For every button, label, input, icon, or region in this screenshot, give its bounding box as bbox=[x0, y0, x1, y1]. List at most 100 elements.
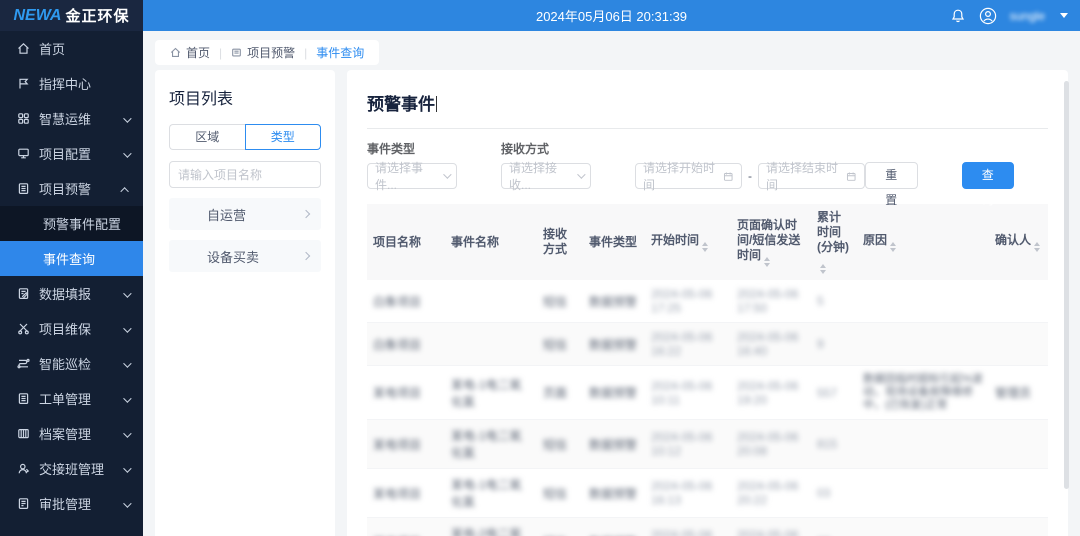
monitor-icon bbox=[17, 147, 30, 160]
tab-type[interactable]: 类型 bbox=[245, 124, 322, 150]
cell-project: 某电项目 bbox=[373, 487, 421, 501]
sidebar-item-smart-patrol[interactable]: 智能巡检 bbox=[0, 346, 143, 381]
user-avatar-icon[interactable] bbox=[979, 7, 997, 25]
chevron-down-icon bbox=[123, 391, 129, 406]
cell-event: 某电-2电二氧化氯 bbox=[451, 527, 522, 536]
cell-type: 数据预警 bbox=[589, 438, 637, 452]
cell-event: 某电-1电二氧化氯 bbox=[451, 378, 522, 409]
col-header-confirmer[interactable]: 确认人 bbox=[989, 204, 1048, 280]
sidebar-item-smart-ops[interactable]: 智慧运维 bbox=[0, 101, 143, 136]
sidebar-item-project-warning[interactable]: 项目预警 bbox=[0, 171, 143, 206]
sort-icon[interactable] bbox=[702, 242, 708, 252]
home-icon bbox=[170, 47, 181, 58]
receive-method-select-placeholder: 请选择接收... bbox=[509, 159, 577, 193]
sort-icon[interactable] bbox=[890, 242, 896, 252]
notification-bell-icon[interactable] bbox=[950, 8, 966, 24]
cell-project: 白象项目 bbox=[373, 338, 421, 352]
calendar-icon bbox=[846, 171, 857, 182]
table-row: 某电项目某电-1电二氧化氯短信数据预警2024-05-06 10:122024-… bbox=[367, 420, 1048, 469]
cell-start: 2024-05-06 10:11 bbox=[651, 379, 712, 407]
cell-method: 短信 bbox=[543, 438, 567, 452]
table-row: 白象项目短信数据预警2024-05-06 16:222024-05-06 16:… bbox=[367, 323, 1048, 366]
cell-type: 数据预警 bbox=[589, 338, 637, 352]
receive-method-select[interactable]: 请选择接收... bbox=[501, 163, 591, 189]
cell-project: 某电项目 bbox=[373, 438, 421, 452]
sidebar-nav: 首页 指挥中心 智慧运维 项目配置 项目预警 预警事件配置 事件查询 数据填报 … bbox=[0, 31, 143, 536]
sort-icon[interactable] bbox=[764, 257, 770, 267]
project-type-item-equipment-trade[interactable]: 设备买卖 bbox=[169, 240, 321, 272]
tab-region[interactable]: 区域 bbox=[169, 124, 245, 150]
chevron-down-icon bbox=[577, 170, 585, 178]
cell-method: 短信 bbox=[543, 338, 567, 352]
sidebar-item-label: 指挥中心 bbox=[39, 74, 91, 93]
col-header-type: 事件类型 bbox=[583, 204, 645, 280]
sidebar-item-command-center[interactable]: 指挥中心 bbox=[0, 66, 143, 101]
cell-confirm: 2024-05-06 19:20 bbox=[737, 379, 798, 407]
project-search-input[interactable]: 请输入项目名称 bbox=[169, 161, 321, 188]
cell-project: 某电项目 bbox=[373, 386, 421, 400]
col-header-minutes[interactable]: 累计时间 (分钟) bbox=[811, 204, 857, 280]
reset-button[interactable]: 重置 bbox=[865, 162, 918, 189]
sidebar-item-approval[interactable]: 审批管理 bbox=[0, 486, 143, 521]
sidebar-item-label: 项目维保 bbox=[39, 319, 91, 338]
cell-start: 2024-05-06 16:22 bbox=[651, 330, 712, 358]
sidebar-item-label: 数据填报 bbox=[39, 284, 91, 303]
date-range-separator: - bbox=[748, 169, 752, 183]
chevron-down-icon bbox=[443, 170, 451, 178]
chevron-down-icon bbox=[123, 286, 129, 301]
cell-method: 短信 bbox=[543, 487, 567, 501]
end-time-input[interactable]: 请选择结束时间 bbox=[758, 163, 865, 189]
project-type-item-self-operated[interactable]: 自运营 bbox=[169, 198, 321, 230]
sidebar-item-work-order[interactable]: 工单管理 bbox=[0, 381, 143, 416]
document-icon bbox=[17, 182, 30, 195]
sidebar-item-label: 智能巡检 bbox=[39, 354, 91, 373]
username-text[interactable]: sungle bbox=[1010, 9, 1045, 23]
sidebar-item-label: 审批管理 bbox=[39, 494, 91, 513]
table-row: 白象项目短信数据预警2024-05-06 17:252024-05-06 17:… bbox=[367, 280, 1048, 323]
cell-method: 页面 bbox=[543, 386, 567, 400]
table-row: 某电项目某电-2电二氧化氯短信数据预警2024-05-06 16:312024-… bbox=[367, 518, 1048, 536]
cell-confirm: 2024-05-06 20:22 bbox=[737, 528, 798, 536]
sort-icon[interactable] bbox=[820, 264, 826, 274]
page-title: 预警事件 bbox=[367, 95, 435, 114]
breadcrumb-current[interactable]: 事件查询 bbox=[316, 44, 364, 61]
breadcrumb-project-warning[interactable]: 项目预警 bbox=[231, 44, 295, 61]
sidebar-item-shift-handover[interactable]: 交接班管理 bbox=[0, 451, 143, 486]
breadcrumb-home[interactable]: 首页 bbox=[170, 44, 210, 61]
cell-project: 白象项目 bbox=[373, 295, 421, 309]
sidebar-subitem-warning-event-config[interactable]: 预警事件配置 bbox=[0, 206, 143, 241]
sort-icon[interactable] bbox=[1034, 242, 1040, 252]
project-type-label: 自运营 bbox=[207, 205, 246, 224]
sidebar-item-data-report[interactable]: 数据填报 bbox=[0, 276, 143, 311]
content-area: 首页 | 项目预警 | 事件查询 项目列表 区域 类型 请输入项目名称 自运营 … bbox=[143, 31, 1080, 536]
sidebar-item-project-config[interactable]: 项目配置 bbox=[0, 136, 143, 171]
search-button[interactable]: 查询 bbox=[962, 162, 1015, 189]
col-header-start[interactable]: 开始时间 bbox=[645, 204, 731, 280]
cell-minutes: 5 bbox=[817, 294, 824, 308]
cell-type: 数据预警 bbox=[589, 295, 637, 309]
cell-minutes: 557 bbox=[817, 386, 837, 400]
receive-method-filter-label: 接收方式 bbox=[501, 140, 591, 157]
user-menu-caret-icon[interactable] bbox=[1060, 13, 1068, 18]
logo-newa-text: NEWA bbox=[13, 7, 61, 25]
col-header-reason[interactable]: 原因 bbox=[857, 204, 989, 280]
breadcrumb-current-label: 事件查询 bbox=[316, 44, 364, 61]
project-list-title: 项目列表 bbox=[169, 85, 321, 109]
sidebar-subitem-event-query[interactable]: 事件查询 bbox=[0, 241, 143, 276]
sidebar-item-label: 交接班管理 bbox=[39, 459, 104, 478]
table-row: 某电项目某电-1电二氧化氯页面数据预警2024-05-06 10:112024-… bbox=[367, 366, 1048, 420]
chevron-right-icon bbox=[302, 210, 310, 218]
chevron-down-icon bbox=[123, 111, 129, 126]
calendar-icon bbox=[723, 171, 734, 182]
document-icon bbox=[17, 392, 30, 405]
sidebar-item-archive[interactable]: 档案管理 bbox=[0, 416, 143, 451]
archive-icon bbox=[17, 427, 30, 440]
event-type-select[interactable]: 请选择事件... bbox=[367, 163, 457, 189]
col-header-confirm[interactable]: 页面确认时间/短信发送时间 bbox=[731, 204, 811, 280]
vertical-scrollbar[interactable] bbox=[1064, 81, 1069, 489]
start-time-input[interactable]: 请选择开始时间 bbox=[635, 163, 742, 189]
sidebar-item-project-maintenance[interactable]: 项目维保 bbox=[0, 311, 143, 346]
col-header-project: 项目名称 bbox=[367, 204, 445, 280]
sidebar-item-home[interactable]: 首页 bbox=[0, 31, 143, 66]
filter-bar: 事件类型 请选择事件... 接收方式 请选择接收... 请选择开始时间 - bbox=[367, 140, 1048, 189]
